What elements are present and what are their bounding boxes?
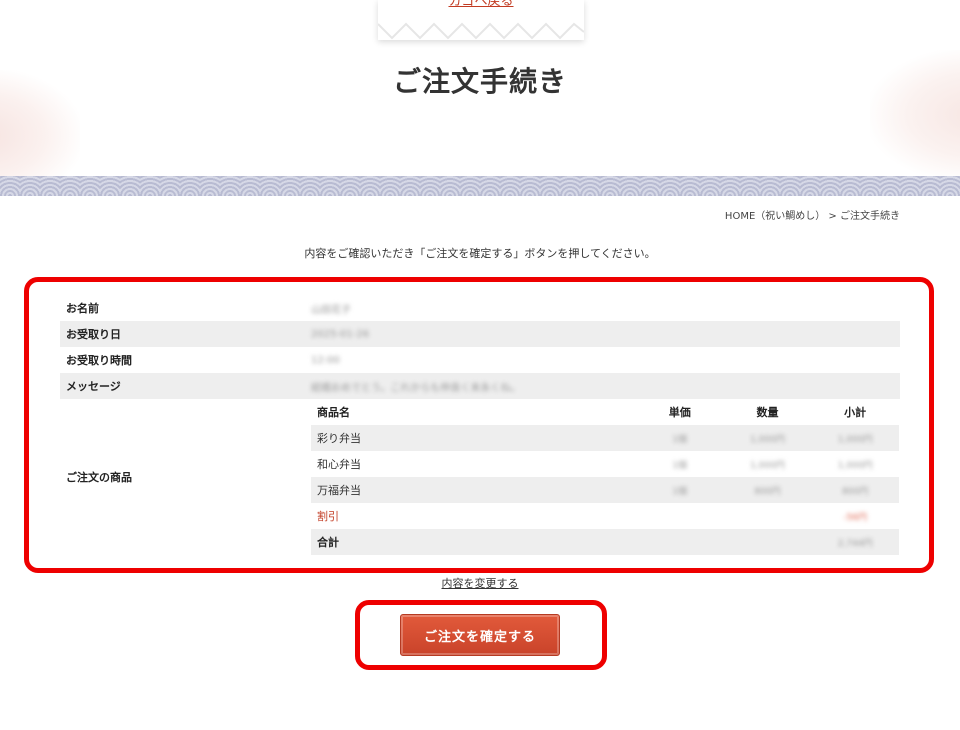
- back-to-cart-link[interactable]: カゴへ戻る: [378, 0, 584, 9]
- instruction-text: 内容をご確認いただき「ご注文を確定する」ボタンを押してください。: [304, 247, 656, 260]
- order-details-highlight: [24, 277, 934, 573]
- confirm-order-button[interactable]: ご注文を確定する: [400, 614, 560, 656]
- zigzag-edge-icon: [378, 22, 584, 40]
- page-header: カゴへ戻る ご注文手続き: [0, 0, 960, 180]
- wave-pattern-band: [0, 176, 960, 196]
- page-title: ご注文手続き: [392, 65, 567, 98]
- breadcrumb[interactable]: HOME（祝い鯛めし） > ご注文手続き: [725, 207, 900, 222]
- back-to-cart-card: カゴへ戻る: [378, 0, 584, 40]
- change-order-link[interactable]: 内容を変更する: [0, 575, 960, 591]
